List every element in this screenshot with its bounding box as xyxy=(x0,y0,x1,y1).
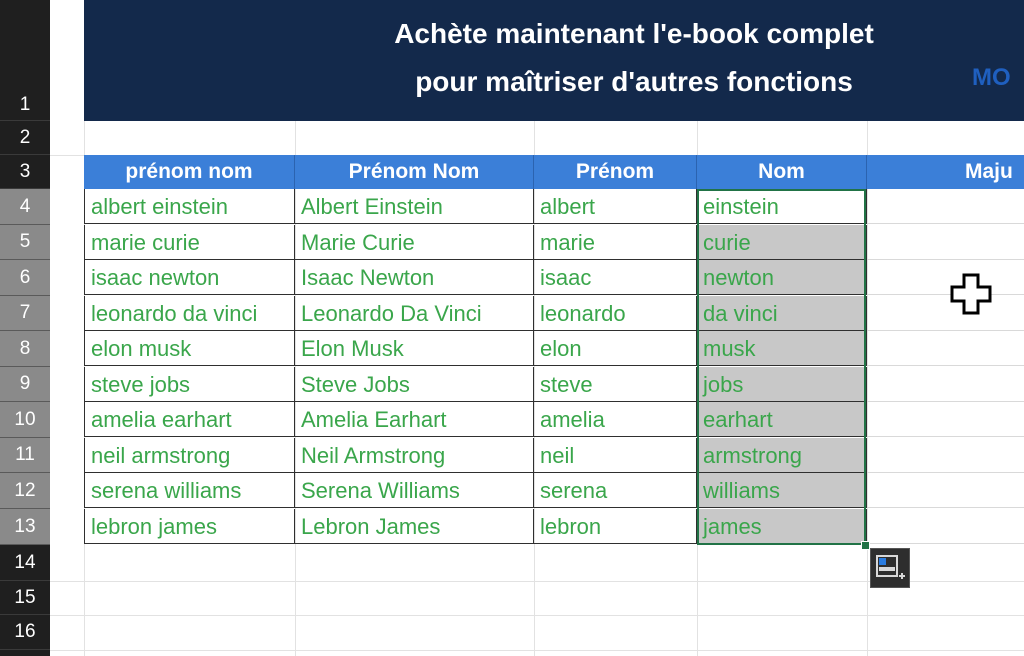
row-header-16[interactable]: 16 xyxy=(0,615,50,650)
row-headers: 1 2 3 4 5 6 7 8 9 10 11 12 13 14 15 16 xyxy=(0,0,50,656)
header-prenom-nom-lower[interactable]: prénom nom xyxy=(84,155,295,189)
table-cell[interactable]: steve xyxy=(534,367,697,402)
table-cell[interactable]: leonardo xyxy=(534,296,697,331)
header-prenom[interactable]: Prénom xyxy=(534,155,697,189)
fill-handle[interactable] xyxy=(861,541,870,550)
empty-cell-majuscule[interactable] xyxy=(867,331,1024,366)
table-cell[interactable]: serena williams xyxy=(84,473,295,508)
row-header-15[interactable]: 15 xyxy=(0,581,50,615)
table-cell[interactable]: Elon Musk xyxy=(295,331,534,366)
empty-cell-majuscule[interactable] xyxy=(867,402,1024,437)
table-cell[interactable]: albert xyxy=(534,189,697,224)
row-header-11[interactable]: 11 xyxy=(0,438,50,473)
row-header-8[interactable]: 8 xyxy=(0,331,50,367)
empty-cell-majuscule[interactable] xyxy=(867,225,1024,260)
header-prenom-nom-proper[interactable]: Prénom Nom xyxy=(295,155,534,189)
table-cell[interactable]: marie xyxy=(534,225,697,260)
row-header-7[interactable]: 7 xyxy=(0,296,50,331)
banner-cut-text: MO xyxy=(972,64,1011,91)
header-nom[interactable]: Nom xyxy=(697,155,867,189)
row-header-6[interactable]: 6 xyxy=(0,260,50,296)
header-majuscule[interactable]: Maju xyxy=(867,155,1024,189)
empty-cell-majuscule[interactable] xyxy=(867,509,1024,544)
row-header-3[interactable]: 3 xyxy=(0,155,50,189)
empty-cell-majuscule[interactable] xyxy=(867,189,1024,224)
table-cell[interactable]: Steve Jobs xyxy=(295,367,534,402)
table-cell[interactable]: amelia earhart xyxy=(84,402,295,437)
table-cell[interactable]: amelia xyxy=(534,402,697,437)
empty-cell-majuscule[interactable] xyxy=(867,473,1024,508)
cell-select-cursor-icon xyxy=(950,273,992,315)
row-header-12[interactable]: 12 xyxy=(0,473,50,509)
empty-cell-majuscule[interactable] xyxy=(867,367,1024,402)
row-header-13[interactable]: 13 xyxy=(0,509,50,545)
empty-cell-majuscule[interactable] xyxy=(867,296,1024,331)
table-cell[interactable]: leonardo da vinci xyxy=(84,296,295,331)
selection-range xyxy=(697,189,866,545)
table-cell[interactable]: Neil Armstrong xyxy=(295,438,534,473)
table-cell[interactable]: Amelia Earhart xyxy=(295,402,534,437)
promo-banner: Achète maintenant l'e-book complet pour … xyxy=(84,0,1024,121)
banner-line-2: pour maîtriser d'autres fonctions xyxy=(415,66,853,97)
table-cell[interactable]: Leonardo Da Vinci xyxy=(295,296,534,331)
table-cell[interactable]: lebron xyxy=(534,509,697,544)
row-header-10[interactable]: 10 xyxy=(0,402,50,438)
gridline xyxy=(50,615,1024,616)
banner-line-1: Achète maintenant l'e-book complet xyxy=(394,18,874,49)
table-cell[interactable]: isaac newton xyxy=(84,260,295,295)
row-header-2[interactable]: 2 xyxy=(0,121,50,155)
table-cell[interactable]: Serena Williams xyxy=(295,473,534,508)
empty-cell-majuscule[interactable] xyxy=(867,260,1024,295)
table-cell[interactable]: neil armstrong xyxy=(84,438,295,473)
table-cell[interactable]: serena xyxy=(534,473,697,508)
quick-analysis-icon[interactable] xyxy=(870,548,910,588)
table-cell[interactable]: albert einstein xyxy=(84,189,295,224)
table-cell[interactable]: marie curie xyxy=(84,225,295,260)
row-header-5[interactable]: 5 xyxy=(0,225,50,260)
empty-cell-majuscule[interactable] xyxy=(867,438,1024,473)
table-cell[interactable]: elon musk xyxy=(84,331,295,366)
table-cell[interactable]: lebron james xyxy=(84,509,295,544)
table-cell[interactable]: Lebron James xyxy=(295,509,534,544)
table-cell[interactable]: Marie Curie xyxy=(295,225,534,260)
row-header-4[interactable]: 4 xyxy=(0,189,50,225)
table-cell[interactable]: Isaac Newton xyxy=(295,260,534,295)
table-cell[interactable]: neil xyxy=(534,438,697,473)
table-cell[interactable]: elon xyxy=(534,331,697,366)
row-header-14[interactable]: 14 xyxy=(0,545,50,581)
gridline xyxy=(50,650,1024,651)
row-header-1[interactable]: 1 xyxy=(0,0,50,121)
row-header-9[interactable]: 9 xyxy=(0,367,50,402)
table-cell[interactable]: Albert Einstein xyxy=(295,189,534,224)
table-cell[interactable]: steve jobs xyxy=(84,367,295,402)
table-cell[interactable]: isaac xyxy=(534,260,697,295)
